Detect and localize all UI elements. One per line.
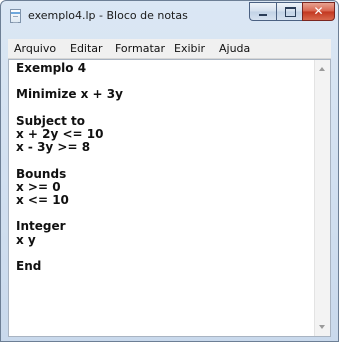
close-button[interactable]: ✕: [302, 2, 335, 21]
scroll-up-arrow-icon[interactable]: [319, 67, 325, 71]
menu-editar[interactable]: Editar: [70, 42, 103, 55]
notepad-icon[interactable]: [10, 9, 21, 23]
title-bar[interactable]: exemplo4.lp - Bloco de notas ✕: [1, 1, 338, 31]
minimize-icon: [259, 14, 267, 16]
text-editor: Exemplo 4 Minimize x + 3y Subject to x +…: [8, 59, 331, 337]
vertical-scrollbar[interactable]: [314, 60, 330, 336]
maximize-icon: [285, 7, 296, 17]
close-icon: ✕: [313, 4, 324, 18]
menu-bar: Arquivo Editar Formatar Exibir Ajuda: [8, 39, 331, 59]
notepad-window: exemplo4.lp - Bloco de notas ✕ Arquivo E…: [0, 0, 339, 342]
window-title: exemplo4.lp - Bloco de notas: [28, 9, 188, 22]
scroll-down-arrow-icon[interactable]: [319, 325, 325, 329]
maximize-button[interactable]: [276, 2, 302, 21]
menu-exibir[interactable]: Exibir: [174, 42, 205, 55]
editor-text-area[interactable]: Exemplo 4 Minimize x + 3y Subject to x +…: [9, 60, 314, 336]
menu-arquivo[interactable]: Arquivo: [14, 42, 56, 55]
menu-formatar[interactable]: Formatar: [115, 42, 165, 55]
minimize-button[interactable]: [249, 2, 276, 21]
menu-ajuda[interactable]: Ajuda: [219, 42, 250, 55]
